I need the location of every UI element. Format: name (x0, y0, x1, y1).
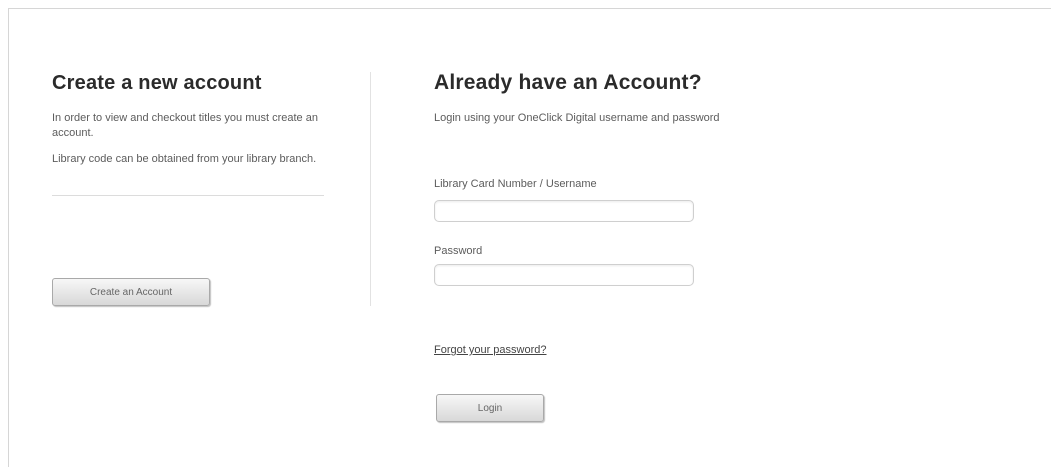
username-input[interactable] (434, 200, 694, 222)
username-label: Library Card Number / Username (434, 178, 597, 190)
login-description: Login using your OneClick Digital userna… (434, 112, 720, 124)
login-section: Already have an Account? Login using you… (434, 68, 754, 422)
create-account-button[interactable]: Create an Account (52, 278, 210, 306)
column-divider (370, 72, 371, 306)
create-account-description: In order to view and checkout titles you… (52, 112, 318, 139)
section-divider (52, 195, 324, 196)
login-heading: Already have an Account? (434, 71, 702, 94)
password-label: Password (434, 245, 483, 257)
password-input[interactable] (434, 264, 694, 286)
login-button[interactable]: Login (436, 394, 544, 422)
forgot-password-link[interactable]: Forgot your password? (434, 344, 547, 356)
library-code-note: Library code can be obtained from your l… (52, 153, 317, 165)
create-account-heading: Create a new account (52, 72, 262, 94)
create-account-section: Create a new account In order to view an… (52, 68, 324, 306)
